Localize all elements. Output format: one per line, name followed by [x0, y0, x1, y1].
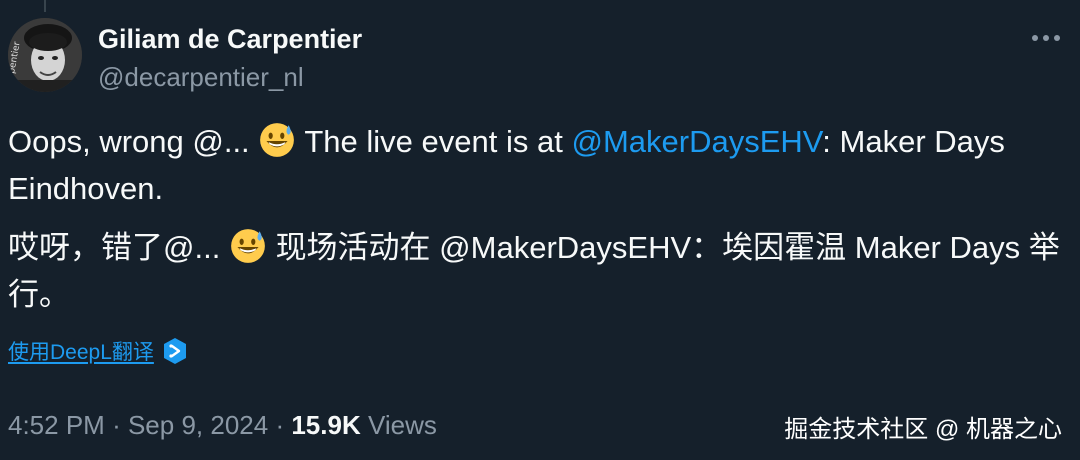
meta-separator: · — [275, 410, 285, 440]
translate-button[interactable]: 使用DeepL翻译 — [8, 336, 188, 366]
grinning-face-with-sweat-emoji — [260, 123, 295, 157]
author-info: Giliam de Carpentier @decarpentier_nl — [98, 22, 362, 94]
translate-link[interactable]: 使用DeepL翻译 — [8, 336, 154, 366]
grinning-face-with-sweat-emoji — [231, 229, 265, 263]
tweet-paragraph-chinese: 哎呀，错了@... 现场活动在 @MakerDaysEHV：埃因霍温 Maker… — [8, 224, 1068, 318]
views-label: Views — [367, 410, 437, 440]
tweet-time[interactable]: 4:52 PM — [8, 410, 105, 440]
avatar[interactable]: pentier — [8, 18, 82, 92]
tweet-text: Oops, wrong @... The live event is at @M… — [8, 118, 1068, 318]
tweet-paragraph-english: Oops, wrong @... The live event is at @M… — [8, 118, 1068, 212]
author-handle[interactable]: @decarpentier_nl — [98, 60, 362, 94]
tweet-text-middle: The live event is at — [304, 124, 563, 159]
more-options-button[interactable] — [1028, 26, 1064, 50]
thread-connector-line — [44, 0, 46, 12]
tweet-card: pentier Giliam de Carpentier @decarpenti… — [0, 0, 1080, 460]
mention-link[interactable]: @MakerDaysEHV — [571, 124, 822, 159]
author-name[interactable]: Giliam de Carpentier — [98, 22, 362, 56]
tweet-metadata: 4:52 PM · Sep 9, 2024 · 15.9K Views — [8, 408, 437, 442]
views-count[interactable]: 15.9K — [291, 410, 360, 440]
deepl-icon — [163, 338, 186, 364]
tweet-text-cn-prefix: 哎呀，错了@... — [8, 230, 221, 265]
watermark: 掘金技术社区 @ 机器之心 — [784, 416, 1062, 443]
tweet-date[interactable]: Sep 9, 2024 — [128, 410, 268, 440]
more-icon — [1032, 35, 1060, 41]
tweet-text-prefix: Oops, wrong @... — [8, 124, 250, 159]
meta-separator: · — [112, 410, 121, 440]
